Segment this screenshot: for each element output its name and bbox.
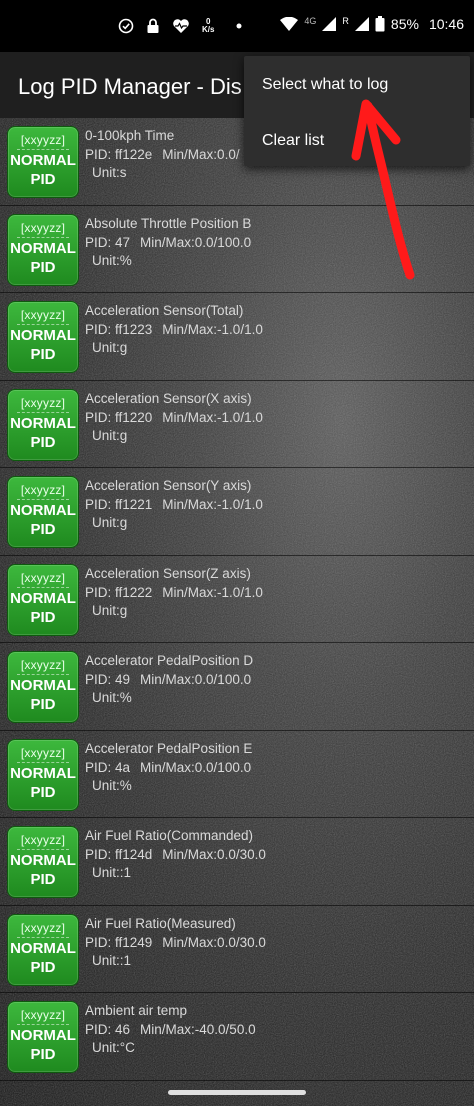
normal-pid-badge: [xxyyzz] NORMAL PID	[7, 388, 79, 461]
pid-name: Acceleration Sensor(Z axis)	[85, 565, 251, 581]
pid-minmax: Min/Max:0.0/30.0	[162, 934, 266, 950]
normal-pid-badge: [xxyyzz] NORMAL PID	[7, 826, 79, 898]
badge-line2: PID	[30, 1046, 56, 1063]
pid-name: Accelerator PedalPosition E	[85, 740, 253, 756]
badge-line1: NORMAL	[10, 939, 76, 957]
pid-name: Air Fuel Ratio(Measured)	[85, 915, 236, 931]
badge-line2: PID	[30, 608, 56, 626]
normal-pid-badge: [xxyyzz] NORMAL PID	[7, 913, 79, 986]
list-item[interactable]: [xxyyzz] NORMAL PID Accelerator PedalPos…	[0, 643, 474, 731]
badge-line1: NORMAL	[10, 677, 76, 694]
badge-code: [xxyyzz]	[17, 833, 69, 850]
pid-info: PID: 46 Min/Max:-40.0/50.0	[85, 1022, 256, 1037]
pid-name: Acceleration Sensor(Y axis)	[85, 478, 252, 493]
pid-name: Accelerator PedalPosition D	[85, 653, 254, 668]
pid-unit: Unit::1	[92, 952, 132, 968]
pid-code: PID: ff1222	[85, 584, 153, 600]
list-item[interactable]: [xxyyzz] NORMAL PID Acceleration Sensor(…	[0, 468, 474, 556]
pid-name: Air Fuel Ratio(Commanded)	[85, 828, 254, 843]
pid-unit: Unit:%	[92, 777, 132, 793]
gesture-nav-bar[interactable]	[168, 1090, 306, 1095]
pid-unit: Unit::1	[92, 865, 132, 880]
pid-minmax: Min/Max:0.0/100.0	[140, 672, 252, 687]
pid-code: PID: ff1221	[85, 497, 153, 512]
list-item[interactable]: [xxyyzz] NORMAL PID Acceleration Sensor(…	[0, 293, 474, 381]
pid-info: PID: ff1220 Min/Max:-1.0/1.0	[85, 410, 263, 425]
badge-code: [xxyyzz]	[17, 483, 69, 500]
badge-code: [xxyyzz]	[17, 308, 69, 325]
pid-unit: Unit:g	[92, 340, 128, 355]
pid-info: PID: ff1221 Min/Max:-1.0/1.0	[85, 497, 263, 512]
pid-info: PID: 49 Min/Max:0.0/100.0	[85, 672, 251, 687]
pid-code: PID: ff1220	[85, 409, 153, 425]
badge-line1: NORMAL	[10, 1027, 76, 1044]
pid-unit: Unit:g	[92, 515, 128, 530]
badge-line1: NORMAL	[10, 852, 76, 869]
list-item[interactable]: [xxyyzz] NORMAL PID Accelerator PedalPos…	[0, 731, 474, 818]
pid-minmax: Min/Max:-1.0/1.0	[162, 409, 263, 425]
pid-info: PID: ff124d Min/Max:0.0/30.0	[85, 847, 266, 862]
normal-pid-badge: [xxyyzz] NORMAL PID	[7, 301, 79, 373]
badge-line1: NORMAL	[10, 502, 76, 519]
badge-line2: PID	[30, 696, 56, 713]
list-item[interactable]: [xxyyzz] NORMAL PID Acceleration Sensor(…	[0, 381, 474, 468]
pid-code: PID: 46	[85, 1022, 131, 1037]
normal-pid-badge: [xxyyzz] NORMAL PID	[7, 738, 79, 811]
list-item[interactable]: [xxyyzz] NORMAL PID Acceleration Sensor(…	[0, 556, 474, 643]
pid-code: PID: ff1223	[85, 322, 153, 337]
badge-line2: PID	[30, 783, 56, 801]
list-item[interactable]: [xxyyzz] NORMAL PID Air Fuel Ratio(Measu…	[0, 906, 474, 993]
pid-name: Ambient air temp	[85, 1003, 188, 1018]
badge-code: [xxyyzz]	[17, 396, 69, 413]
pid-info: PID: ff1223 Min/Max:-1.0/1.0	[85, 322, 263, 337]
pid-info: PID: ff1222 Min/Max:-1.0/1.0	[85, 585, 263, 600]
badge-code: [xxyyzz]	[17, 921, 69, 938]
badge-line1: NORMAL	[10, 589, 76, 607]
normal-pid-badge: [xxyyzz] NORMAL PID	[7, 476, 79, 548]
list-item[interactable]: [xxyyzz] NORMAL PID Ambient air temp PID…	[0, 993, 474, 1081]
pid-minmax: Min/Max:-1.0/1.0	[162, 497, 263, 512]
pid-unit: Unit:g	[92, 427, 128, 443]
pid-unit: Unit:°C	[92, 1040, 135, 1055]
normal-pid-badge: [xxyyzz] NORMAL PID	[7, 651, 79, 723]
badge-line1: NORMAL	[10, 414, 76, 432]
badge-code: [xxyyzz]	[17, 746, 69, 763]
pid-minmax: Min/Max:0.0/30.0	[162, 847, 266, 862]
list-item[interactable]: [xxyyzz] NORMAL PID Air Fuel Ratio(Comma…	[0, 818, 474, 906]
badge-line2: PID	[30, 346, 56, 363]
badge-line2: PID	[30, 433, 56, 451]
normal-pid-badge: [xxyyzz] NORMAL PID	[7, 1001, 79, 1073]
badge-line1: NORMAL	[10, 764, 76, 782]
pid-unit: Unit:%	[92, 690, 132, 705]
pid-code: PID: ff124d	[85, 847, 153, 862]
pid-minmax: Min/Max:-1.0/1.0	[162, 584, 263, 600]
badge-line2: PID	[30, 521, 56, 538]
badge-code: [xxyyzz]	[17, 1008, 69, 1025]
annotation-arrow	[351, 99, 415, 280]
pid-code: PID: 4a	[85, 759, 131, 775]
badge-line2: PID	[30, 958, 56, 976]
pid-info: PID: ff1249 Min/Max:0.0/30.0	[85, 935, 266, 950]
pid-name: Acceleration Sensor(Total)	[85, 303, 244, 318]
normal-pid-badge: [xxyyzz] NORMAL PID	[7, 563, 79, 636]
badge-code: [xxyyzz]	[17, 571, 69, 588]
badge-code: [xxyyzz]	[17, 658, 69, 675]
pid-minmax: Min/Max:-40.0/50.0	[140, 1022, 256, 1037]
pid-name: Acceleration Sensor(X axis)	[85, 390, 252, 406]
pid-code: PID: ff1249	[85, 934, 153, 950]
badge-line1: NORMAL	[10, 327, 76, 344]
pid-unit: Unit:g	[92, 602, 128, 618]
pid-minmax: Min/Max:-1.0/1.0	[162, 322, 263, 337]
pid-code: PID: 49	[85, 672, 131, 687]
pid-minmax: Min/Max:0.0/100.0	[140, 759, 252, 775]
badge-line2: PID	[30, 871, 56, 888]
pid-info: PID: 4a Min/Max:0.0/100.0	[85, 760, 251, 775]
